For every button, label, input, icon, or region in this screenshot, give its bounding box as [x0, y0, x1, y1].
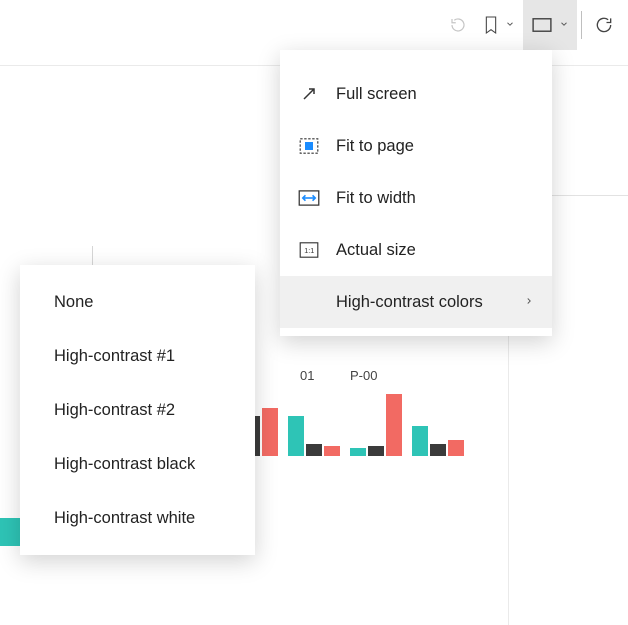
refresh-icon [594, 15, 614, 35]
fit-width-icon [298, 190, 320, 206]
view-rect-icon [531, 17, 553, 33]
bar [448, 440, 464, 456]
menu-item-fullscreen[interactable]: Full screen [280, 68, 552, 120]
fullscreen-icon [298, 84, 320, 104]
submenu-item-hc-white[interactable]: High-contrast white [20, 491, 255, 545]
bookmark-button[interactable] [475, 0, 523, 50]
reset-icon [449, 16, 467, 34]
bookmark-icon [483, 15, 499, 35]
svg-text:1:1: 1:1 [304, 246, 314, 255]
submenu-item-label: High-contrast white [54, 509, 195, 528]
submenu-item-hc2[interactable]: High-contrast #2 [20, 383, 255, 437]
submenu-item-hc-black[interactable]: High-contrast black [20, 437, 255, 491]
high-contrast-submenu: None High-contrast #1 High-contrast #2 H… [20, 265, 255, 555]
menu-item-label: Fit to width [336, 189, 416, 208]
axis-tick: 01 [300, 368, 314, 383]
bar [368, 446, 384, 456]
bar [412, 426, 428, 456]
bar [306, 444, 322, 456]
actual-size-icon: 1:1 [298, 242, 320, 258]
reset-button[interactable] [441, 0, 475, 50]
menu-item-fit-width[interactable]: Fit to width [280, 172, 552, 224]
bar [350, 448, 366, 456]
submenu-item-label: High-contrast #2 [54, 401, 175, 420]
submenu-item-label: None [54, 293, 93, 312]
chevron-right-icon [524, 293, 534, 312]
view-button[interactable] [523, 0, 577, 50]
submenu-item-label: High-contrast #1 [54, 347, 175, 366]
menu-item-fit-page[interactable]: Fit to page [280, 120, 552, 172]
menu-item-label: Full screen [336, 85, 417, 104]
submenu-item-hc1[interactable]: High-contrast #1 [20, 329, 255, 383]
toolbar-separator [581, 11, 582, 39]
fit-page-icon [298, 138, 320, 154]
menu-item-label: Actual size [336, 241, 416, 260]
axis-tick: P-00 [350, 368, 377, 383]
menu-item-label: Fit to page [336, 137, 414, 156]
view-menu: Full screen Fit to page Fit to width 1:1… [280, 50, 552, 336]
submenu-item-label: High-contrast black [54, 455, 195, 474]
bar [324, 446, 340, 456]
toolbar [441, 0, 628, 50]
menu-item-high-contrast[interactable]: High-contrast colors [280, 276, 552, 328]
menu-item-actual-size[interactable]: 1:1 Actual size [280, 224, 552, 276]
bar [430, 444, 446, 456]
menu-item-label: High-contrast colors [336, 293, 483, 312]
bar [386, 394, 402, 456]
bar [262, 408, 278, 456]
refresh-button[interactable] [586, 0, 622, 50]
chevron-down-icon [505, 16, 515, 34]
bar [288, 416, 304, 456]
chevron-down-icon [559, 16, 569, 34]
submenu-item-none[interactable]: None [20, 275, 255, 329]
